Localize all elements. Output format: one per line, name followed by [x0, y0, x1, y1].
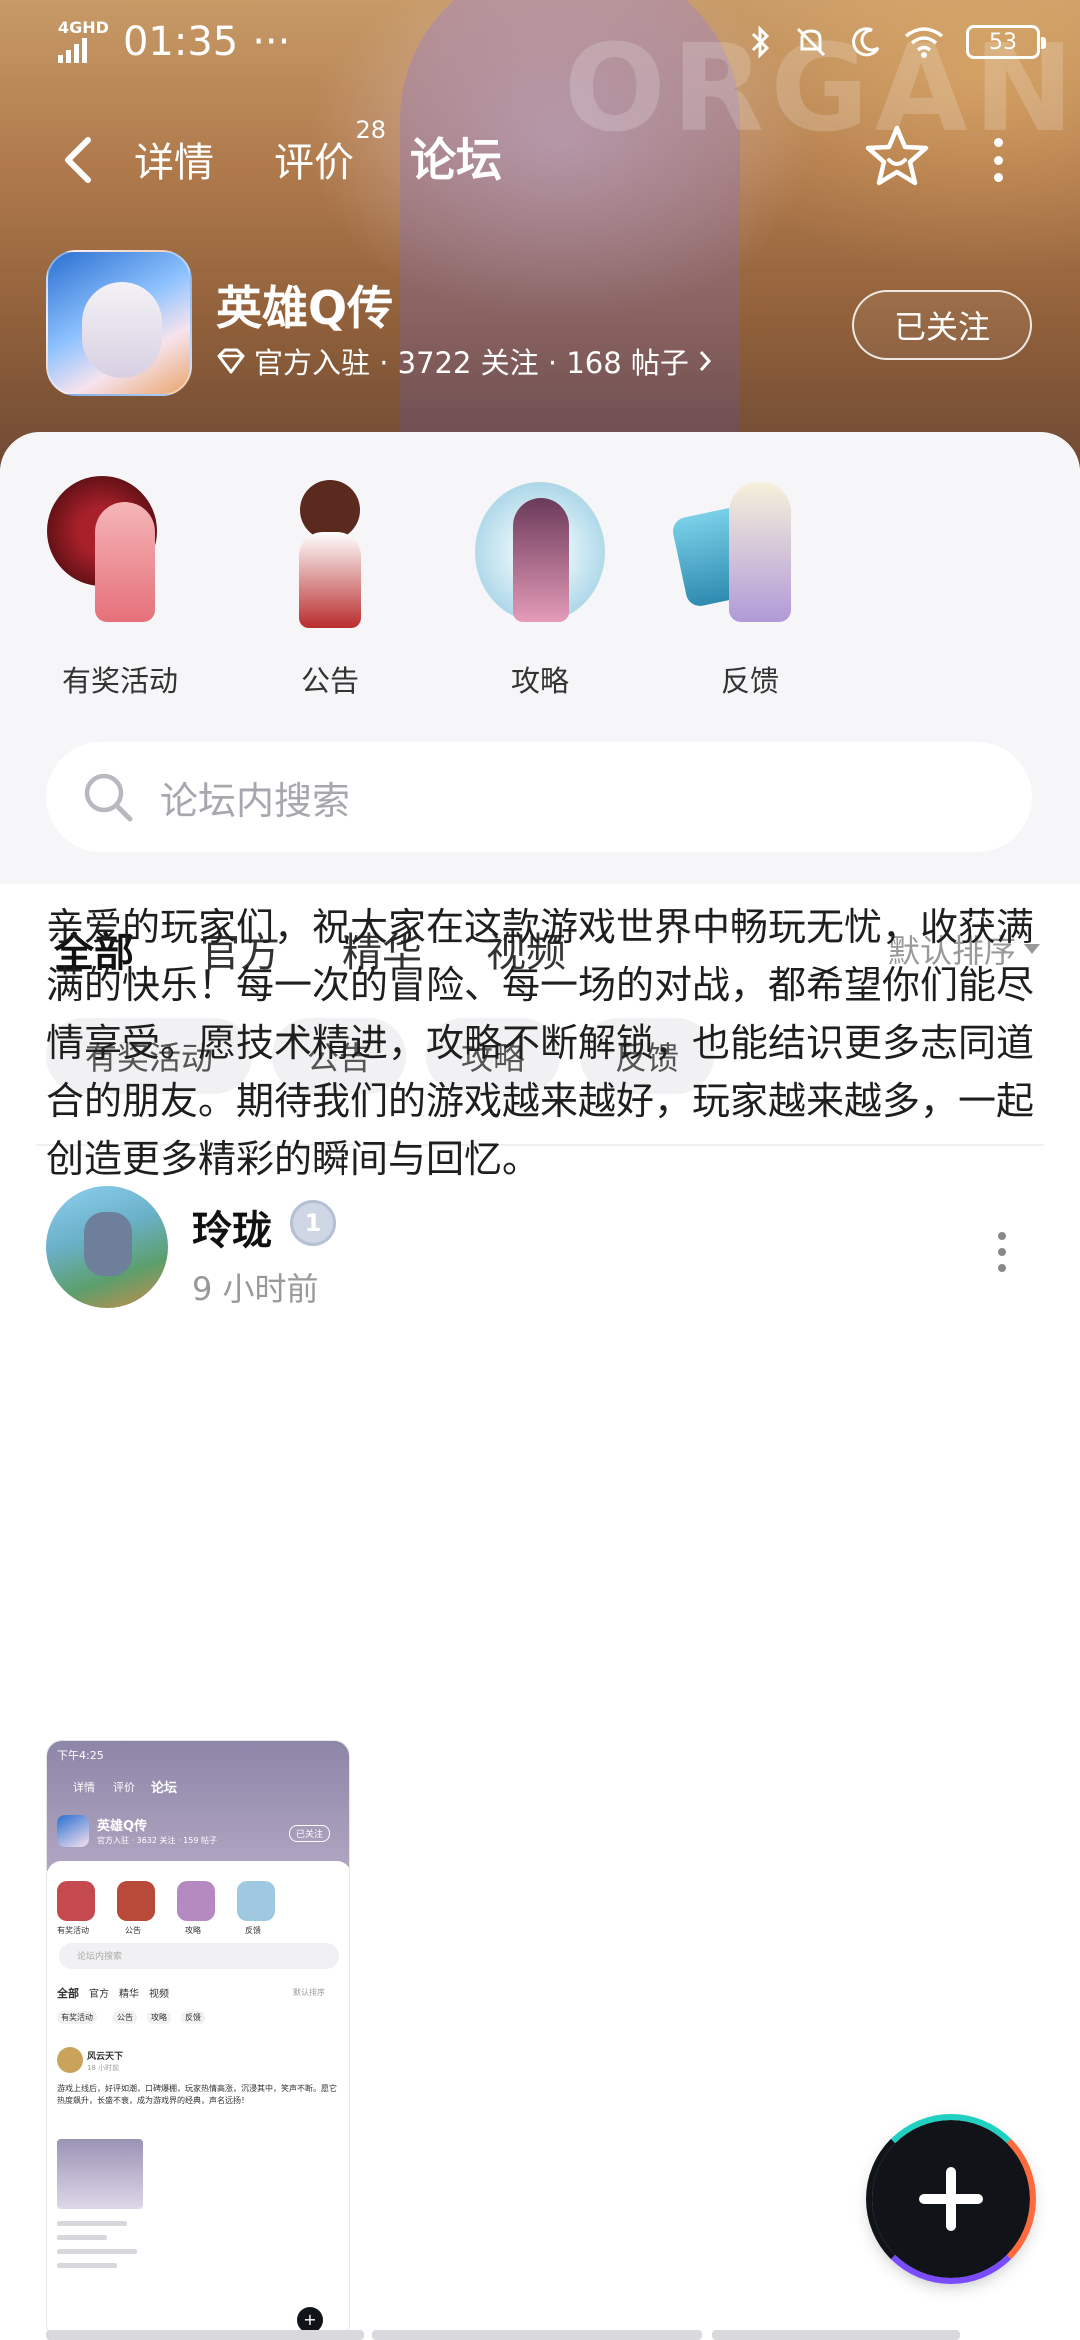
thumb-tab-0: 详情	[73, 1781, 95, 1794]
create-post-button[interactable]	[866, 2114, 1036, 2284]
tab-forum-label: 论坛	[410, 133, 502, 187]
star-face-icon[interactable]	[864, 124, 930, 190]
post-body[interactable]: 亲爱的玩家们，祝大家在这款游戏世界中畅玩无忧，收获满满的快乐！每一次的冒险、每一…	[46, 898, 1040, 1188]
thumb-cat-1: 公告	[125, 1926, 141, 1935]
more-vertical-icon[interactable]	[986, 132, 1010, 188]
category-rewards-label: 有奖活动	[61, 664, 178, 698]
thumb-cat-1-img	[117, 1881, 155, 1921]
thumb-post-author: 风云天下	[87, 2052, 124, 2062]
thumb-cat-0: 有奖活动	[57, 1926, 89, 1935]
thumb-filter-2: 精华	[119, 1989, 139, 2000]
chevron-right-icon	[699, 351, 711, 371]
thumb-tab-1: 评价	[113, 1781, 135, 1794]
game-meta[interactable]: 官方入驻 · 3722 关注 · 168 帖子	[216, 340, 713, 382]
thumb-search-ph: 论坛内搜索	[77, 1952, 123, 1962]
post-more-icon[interactable]	[996, 1232, 1008, 1272]
level-badge-icon: 1	[290, 1200, 336, 1246]
guide-character-icon	[465, 472, 615, 632]
thumb-card: 有奖活动 公告 攻略 反馈 论坛内搜索 全部 官方 精华 视频 默认排序 有奖活…	[47, 1861, 349, 2339]
thumb-cat-2: 攻略	[185, 1926, 201, 1935]
game-meta-text: 官方入驻 · 3722 关注 · 168 帖子	[254, 346, 689, 380]
category-feedback-label: 反馈	[720, 664, 779, 698]
tab-forum[interactable]: 论坛	[410, 124, 502, 190]
search-icon	[84, 773, 133, 822]
category-announcement[interactable]: 公告	[240, 472, 420, 700]
back-arrow-icon[interactable]	[56, 132, 100, 188]
moon-icon	[852, 27, 880, 57]
thumb-filter-1: 官方	[89, 1989, 109, 2000]
rewards-character-icon	[45, 472, 195, 632]
thumb-cat-2-img	[177, 1881, 215, 1921]
thumb-chip-2: 攻略	[147, 2011, 171, 2024]
wifi-icon	[904, 27, 944, 58]
thumb-game-title: 英雄Q传	[97, 1819, 148, 1834]
category-announcement-label: 公告	[300, 664, 359, 698]
category-guide-label: 攻略	[510, 664, 569, 698]
category-rewards[interactable]: 有奖活动	[30, 472, 210, 700]
feedback-character-icon	[670, 472, 825, 632]
bluetooth-icon	[751, 25, 770, 59]
thumb-chip-3: 反馈	[181, 2011, 205, 2024]
signal-group: 4GHD	[58, 18, 109, 63]
tab-details[interactable]: 详情	[134, 130, 214, 188]
thumb-chip-1: 公告	[113, 2011, 137, 2024]
plus-icon	[919, 2167, 983, 2231]
avatar[interactable]	[46, 1186, 168, 1308]
battery-icon: 53	[966, 25, 1046, 59]
category-guide[interactable]: 攻略	[450, 472, 630, 700]
thumb-cat-3: 反馈	[245, 1926, 261, 1935]
thumb-status-time: 下午4:25	[57, 1749, 104, 1762]
thumb-tab-2: 论坛	[151, 1781, 178, 1796]
post-author[interactable]: 玲珑	[192, 1198, 272, 1256]
follow-button[interactable]: 已关注	[852, 290, 1032, 360]
search-input[interactable]: 论坛内搜索	[46, 742, 1032, 852]
mute-icon	[796, 27, 826, 57]
announcement-character-icon	[255, 472, 405, 632]
thumb-game-meta: 官方入驻 · 3632 关注 · 159 帖子	[97, 1836, 217, 1845]
thumb-post-body: 游戏上线后，好评如潮，口碑爆棚，玩家热情高涨，沉浸其中，笑声不断。愿它热度飙升，…	[57, 2084, 337, 2105]
thumb-chip-0: 有奖活动	[57, 2011, 97, 2024]
tab-reviews[interactable]: 评价 28	[274, 116, 386, 188]
status-dots: ···	[252, 19, 291, 65]
thumb-filter-3: 视频	[149, 1989, 169, 2000]
tab-details-label: 详情	[134, 140, 214, 186]
game-icon[interactable]	[46, 250, 192, 396]
category-feedback[interactable]: 反馈	[660, 472, 840, 700]
game-title: 英雄Q传	[216, 281, 394, 335]
thumb-follow: 已关注	[289, 1825, 331, 1842]
thumb-post-image	[57, 2139, 143, 2209]
top-nav: 详情 评价 28 论坛	[0, 110, 1080, 210]
thumb-cat-0-img	[57, 1881, 95, 1921]
forum-header-panel: 有奖活动 公告 攻略 反馈 论坛内搜索	[0, 432, 1080, 884]
tab-reviews-label: 评价	[274, 140, 354, 186]
thumb-cat-3-img	[237, 1881, 275, 1921]
thumb-game-icon	[57, 1815, 89, 1847]
status-left: 4GHD 01:35 ···	[58, 19, 290, 65]
thumb-filter-0: 全部	[57, 1987, 79, 2000]
thumb-post-avatar	[57, 2047, 83, 2073]
post-time: 9 小时前	[192, 1270, 319, 1308]
status-bar: 4GHD 01:35 ··· 53	[0, 0, 1080, 84]
thumb-sort: 默认排序	[293, 1988, 325, 1997]
thumb-post-time: 18 小时前	[87, 2064, 120, 2072]
review-count: 28	[355, 116, 386, 144]
status-time: 01:35	[122, 19, 239, 65]
signal-icon	[58, 37, 87, 63]
network-type: 4GHD	[58, 18, 109, 37]
battery-level: 53	[989, 29, 1017, 55]
search-placeholder: 论坛内搜索	[160, 778, 351, 823]
status-right: 53	[750, 25, 1046, 59]
post-image[interactable]: 下午4:25 详情 评价 论坛 英雄Q传 官方入驻 · 3632 关注 · 15…	[46, 1740, 350, 2340]
diamond-icon	[217, 348, 245, 374]
